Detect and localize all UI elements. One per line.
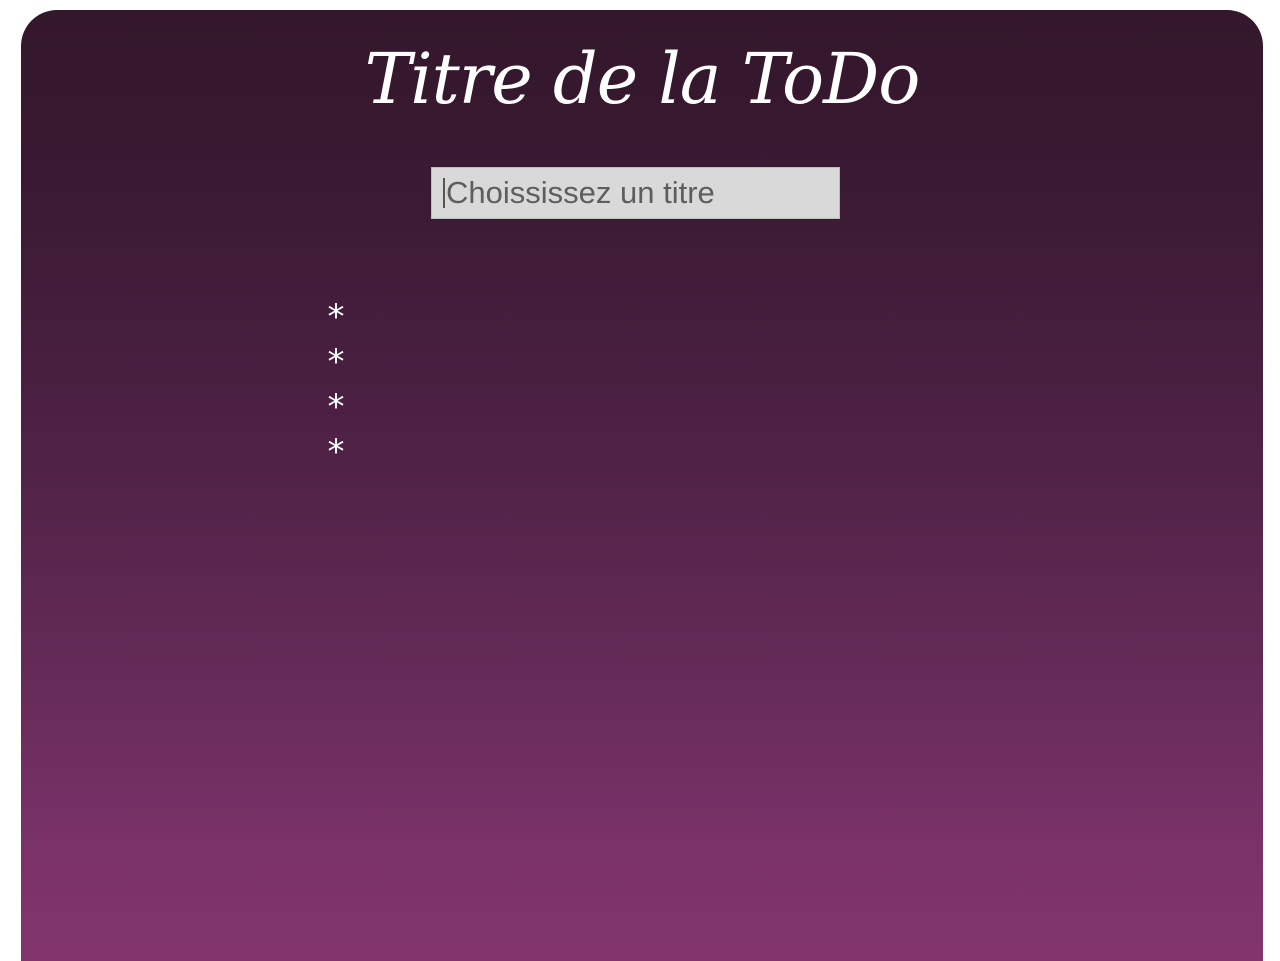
page-title: Titre de la ToDo [364,38,921,120]
todo-item[interactable]: * [321,295,361,340]
title-input[interactable] [431,167,840,219]
todo-item[interactable]: * [321,430,361,475]
asterisk-bullet-icon: * [327,297,345,337]
asterisk-bullet-icon: * [327,432,345,472]
asterisk-bullet-icon: * [327,342,345,382]
asterisk-bullet-icon: * [327,387,345,427]
todo-card: Titre de la ToDo * * * * [21,10,1263,961]
todo-item[interactable]: * [321,385,361,430]
todo-list: * * * * [321,295,361,475]
todo-item[interactable]: * [321,340,361,385]
text-caret [443,178,445,208]
